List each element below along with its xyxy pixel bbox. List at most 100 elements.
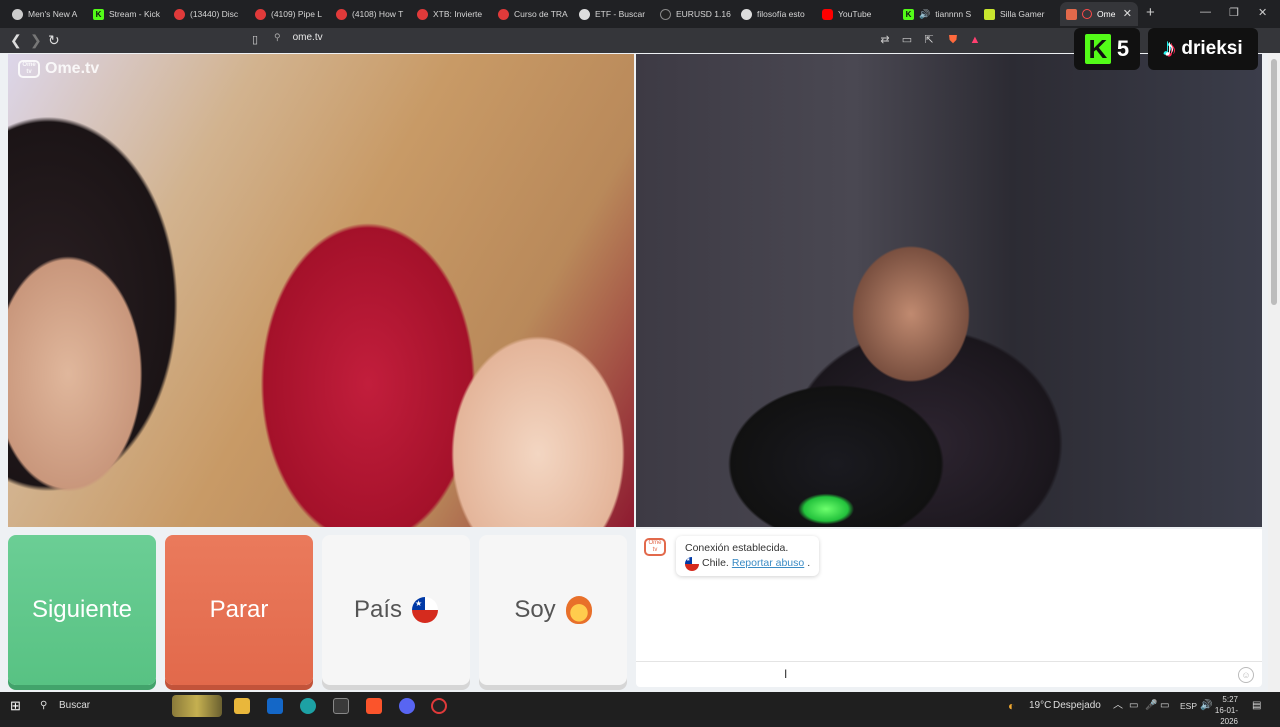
- clock[interactable]: 5:27 16-01-2026: [1200, 694, 1238, 727]
- browser-tab[interactable]: YouTube: [816, 2, 894, 26]
- back-icon[interactable]: ❮: [10, 31, 22, 49]
- tiktok-logo-icon: ♪: [1163, 35, 1176, 62]
- browser-tab[interactable]: (4109) Pipe L: [249, 2, 327, 26]
- bookmark-icon[interactable]: ▯: [248, 33, 262, 47]
- tab-favicon: [255, 8, 266, 20]
- browser-tab[interactable]: (4108) How T: [330, 2, 408, 26]
- site-info-icon[interactable]: ⚲: [274, 32, 281, 43]
- youtube-favicon-icon: [822, 8, 833, 20]
- remote-video: K 5 ♪ drieksi: [636, 28, 1262, 527]
- brave-rewards-icon[interactable]: ▲: [968, 33, 982, 47]
- brave-icon[interactable]: [366, 698, 382, 714]
- forward-icon[interactable]: ❯: [30, 31, 42, 49]
- stop-label: Parar: [209, 596, 269, 623]
- windows-start-icon[interactable]: ⊞: [10, 698, 21, 714]
- browser-tab[interactable]: Silla Gamer: [978, 2, 1056, 26]
- weather-desc[interactable]: Despejado: [1053, 698, 1101, 714]
- connection-status: Conexión establecida.: [685, 542, 789, 554]
- browser-tab[interactable]: K Stream - Kick: [87, 2, 165, 26]
- new-tab-button[interactable]: +: [1146, 4, 1155, 21]
- outlook-icon[interactable]: [267, 698, 283, 714]
- tab-title: Curso de TRA: [514, 9, 568, 19]
- tab-favicon: [498, 8, 509, 20]
- text-cursor-icon: I: [784, 667, 788, 681]
- tab-title: tiannnn S: [935, 9, 972, 19]
- address-bar[interactable]: ⚲ ome.tv: [274, 32, 323, 43]
- store-icon[interactable]: [333, 698, 349, 714]
- browser-tab[interactable]: (13440) Disc: [168, 2, 246, 26]
- tab-title: (13440) Disc: [190, 9, 239, 19]
- next-label: Siguiente: [31, 596, 133, 623]
- browser-tab[interactable]: ETF - Buscar: [573, 2, 651, 26]
- microphone-icon[interactable]: 🎤: [1145, 698, 1157, 714]
- browser-tab[interactable]: K 🔊 tiannnn S: [897, 2, 975, 26]
- camera-icon[interactable]: ▭: [1129, 698, 1138, 714]
- edge-icon[interactable]: [300, 698, 316, 714]
- restore-icon[interactable]: ❐: [1229, 6, 1239, 19]
- country-label: País: [353, 596, 403, 623]
- tab-favicon: [336, 8, 347, 20]
- browser-tab-strip: Men's New A K Stream - Kick (13440) Disc…: [0, 0, 1280, 28]
- minimize-icon[interactable]: —: [1200, 6, 1211, 18]
- next-button[interactable]: Siguiente: [8, 535, 156, 685]
- kick-viewer-overlay: K 5: [1074, 28, 1140, 70]
- weather-temp[interactable]: 19°C: [1029, 698, 1051, 714]
- taskbar-search[interactable]: Buscar: [59, 698, 90, 714]
- tab-title: Silla Gamer: [1000, 9, 1045, 19]
- discord-icon[interactable]: [399, 698, 415, 714]
- tab-title: YouTube: [838, 9, 872, 19]
- kick-viewer-count: 5: [1116, 36, 1130, 61]
- stop-button[interactable]: Parar: [165, 535, 313, 685]
- scrollbar-thumb[interactable]: [1271, 59, 1277, 305]
- obs-icon[interactable]: [431, 698, 447, 714]
- tab-favicon: [741, 8, 752, 20]
- show-hidden-icons-icon[interactable]: ︿: [1113, 698, 1123, 714]
- gender-button[interactable]: Soy: [479, 535, 627, 685]
- search-highlight-image[interactable]: [172, 695, 222, 717]
- watermark-text: Ome.tv: [45, 60, 100, 77]
- network-icon[interactable]: ▭: [1160, 698, 1169, 714]
- brave-shield-icon[interactable]: ⛊: [946, 33, 960, 47]
- close-window-icon[interactable]: ✕: [1258, 6, 1267, 19]
- language-indicator[interactable]: ESP: [1180, 698, 1197, 714]
- notifications-icon[interactable]: ▤: [1252, 698, 1261, 714]
- clock-time: 5:27: [1222, 695, 1238, 704]
- tab-title: filosofía esto: [757, 9, 805, 19]
- browser-tab[interactable]: EURUSD 1.16: [654, 2, 732, 26]
- browser-tab[interactable]: XTB: Invierte: [411, 2, 489, 26]
- country-button[interactable]: País: [322, 535, 470, 685]
- tab-title: ETF - Buscar: [595, 9, 646, 19]
- taskbar-search-icon[interactable]: ⚲: [40, 698, 47, 714]
- ometv-chat-logo-icon: Ome tv: [644, 538, 666, 556]
- browser-tab[interactable]: Men's New A: [6, 2, 84, 26]
- tab-title: Men's New A: [28, 9, 78, 19]
- kick-favicon-icon: K: [903, 8, 914, 20]
- message-country: Chile.: [702, 557, 729, 569]
- windows-taskbar: ⊞ ⚲ Buscar ◐ 19°C Despejado ︿ ▭ 🎤 ▭ ESP …: [0, 692, 1280, 726]
- emoji-icon[interactable]: ☺: [1238, 667, 1254, 683]
- remote-video-frame: [636, 54, 1262, 527]
- ometv-watermark: Ome tv Ome.tv: [18, 60, 99, 78]
- cast-icon[interactable]: ▭: [900, 33, 914, 47]
- translate-icon[interactable]: ⇄: [878, 33, 892, 47]
- tab-title: (4109) Pipe L: [271, 9, 323, 19]
- chat-panel: Ome tv Conexión establecida. Chile. Repo…: [636, 529, 1262, 687]
- tab-favicon: [660, 8, 671, 20]
- tiktok-handle: drieksi: [1181, 38, 1243, 59]
- weather-icon[interactable]: ◐: [1008, 698, 1015, 714]
- chile-flag-icon: [685, 556, 699, 571]
- page-scrollbar[interactable]: [1268, 53, 1280, 692]
- chat-message-input[interactable]: I ☺: [636, 661, 1262, 687]
- local-video: Ome tv Ome.tv: [8, 54, 634, 527]
- tab-favicon: [579, 8, 590, 20]
- file-explorer-icon[interactable]: [234, 698, 250, 714]
- share-icon[interactable]: ⇱: [922, 33, 936, 47]
- report-abuse-link[interactable]: Reportar abuso: [732, 556, 804, 571]
- browser-tab-active[interactable]: Ome ✕: [1060, 2, 1138, 26]
- close-tab-icon[interactable]: ✕: [1123, 7, 1132, 20]
- message-period: .: [807, 557, 811, 569]
- reload-icon[interactable]: ↻: [48, 31, 60, 49]
- browser-tab[interactable]: filosofía esto: [735, 2, 813, 26]
- gender-label: Soy: [514, 596, 556, 623]
- browser-tab[interactable]: Curso de TRA: [492, 2, 570, 26]
